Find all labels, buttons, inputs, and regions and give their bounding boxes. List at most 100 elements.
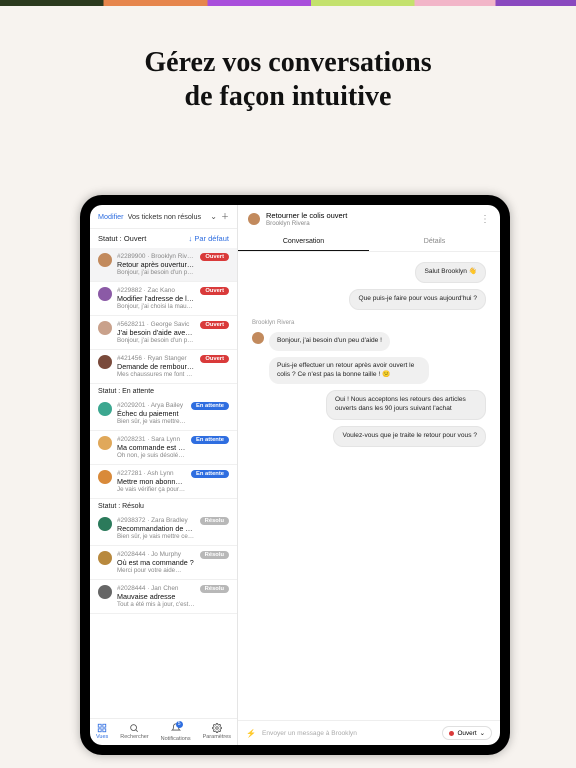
- ticket-sidebar: Modifier Vos tickets non résolus ⌄ ＋ Sta…: [90, 205, 238, 745]
- avatar: [98, 585, 112, 599]
- chevron-down-icon: ⌄: [480, 729, 485, 737]
- ticket-title: Échec du paiement: [117, 409, 186, 418]
- message-row: Bonjour, j'ai besoin d'un peu d'aide !: [252, 332, 486, 351]
- status-badge: Résolu: [200, 551, 229, 559]
- message-row: Que puis-je faire pour vous aujourd'hui …: [252, 289, 486, 310]
- ticket-preview: Mes chaussures me font mal ! Je v…: [117, 371, 195, 378]
- avatar: [98, 355, 112, 369]
- ticket-preview: Bien sûr, je vais mettre cela à jour po…: [117, 533, 195, 540]
- chat-bubble: Oui ! Nous acceptons les retours des art…: [326, 390, 486, 420]
- ticket-preview: Je vais vérifier ça pour vous…: [117, 486, 186, 493]
- sender-label: Brooklyn Rivera: [252, 320, 486, 326]
- ticket-title: J'ai besoin d'aide avec ma commande !: [117, 328, 195, 337]
- ticket-meta: #229882 · Zac Kano: [117, 287, 195, 294]
- ticket-preview: Bonjour, j'ai choisi la mauvaise adress…: [117, 303, 195, 310]
- conversation-panel: Retourner le colis ouvert Brooklyn River…: [238, 205, 500, 745]
- ticket-meta: #2938372 · Zara Bradley: [117, 517, 195, 524]
- ticket-row[interactable]: #2028444 · Jo Murphy Où est ma commande …: [90, 546, 237, 580]
- ticket-title: Mauvaise adresse: [117, 592, 195, 601]
- ticket-meta: #421456 · Ryan Stanger: [117, 355, 195, 362]
- nav-notifications[interactable]: 5Notifications: [161, 723, 191, 742]
- status-badge: Résolu: [200, 517, 229, 525]
- macros-icon[interactable]: ⚡: [246, 729, 256, 738]
- avatar: [98, 287, 112, 301]
- ticket-meta: #5628211 · George Savic: [117, 321, 195, 328]
- status-badge: Ouvert: [200, 321, 229, 329]
- avatar: [98, 517, 112, 531]
- ticket-preview: Bien sûr, je vais mettre cela à jour pou…: [117, 418, 186, 425]
- more-icon[interactable]: ⋮: [480, 214, 490, 225]
- chat-bubble: Salut Brooklyn 👋: [415, 262, 486, 283]
- bottom-nav: Vues Rechercher 5Notifications Paramètre…: [90, 718, 237, 745]
- ticket-meta: #2289900 · Brooklyn Rivera: [117, 253, 195, 260]
- ticket-row[interactable]: #2028444 · Jan Chen Mauvaise adresse Tou…: [90, 580, 237, 614]
- message-row: Puis-je effectuer un retour après avoir …: [252, 357, 486, 385]
- status-badge: En attente: [191, 436, 229, 444]
- ticket-title: Modifier l'adresse de livraison: [117, 294, 195, 303]
- ticket-title: Ma commande est arrivée endommagée: [117, 443, 186, 452]
- message-input[interactable]: Envoyer un message à Brooklyn: [262, 730, 436, 737]
- ticket-meta: #2028444 · Jan Chen: [117, 585, 195, 592]
- customer-name: Brooklyn Rivera: [266, 220, 347, 227]
- nav-search[interactable]: Rechercher: [120, 723, 148, 742]
- ticket-title: Retour après ouverture du colis: [117, 260, 195, 269]
- nav-settings[interactable]: Paramètres: [203, 723, 231, 742]
- ticket-preview: Merci pour votre aide…: [117, 567, 195, 574]
- avatar: [98, 470, 112, 484]
- avatar: [248, 213, 260, 225]
- ticket-row[interactable]: #2289900 · Brooklyn Rivera Retour après …: [90, 248, 237, 282]
- ticket-row[interactable]: #227281 · Ash Lynn Mettre mon abonnement…: [90, 465, 237, 499]
- message-row: Oui ! Nous acceptons les retours des art…: [252, 390, 486, 420]
- ticket-meta: #2029201 · Arya Bailey: [117, 402, 186, 409]
- hero-headline: Gérez vos conversationsde façon intuitiv…: [0, 46, 576, 113]
- sort-default[interactable]: ↓ Par défaut: [189, 234, 229, 243]
- ticket-row[interactable]: #229882 · Zac Kano Modifier l'adresse de…: [90, 282, 237, 316]
- ticket-row[interactable]: #421456 · Ryan Stanger Demande de rembou…: [90, 350, 237, 384]
- avatar: [98, 321, 112, 335]
- tab-conversation[interactable]: Conversation: [238, 233, 369, 251]
- conversation-title: Retourner le colis ouvert: [266, 211, 347, 220]
- status-badge: Ouvert: [200, 253, 229, 261]
- avatar: [98, 551, 112, 565]
- chat-bubble: Que puis-je faire pour vous aujourd'hui …: [349, 289, 486, 310]
- view-dropdown[interactable]: Vos tickets non résolus: [128, 212, 207, 221]
- chevron-down-icon[interactable]: ⌄: [210, 212, 217, 221]
- status-badge: Résolu: [200, 585, 229, 593]
- nav-views[interactable]: Vues: [96, 723, 108, 742]
- message-row: Voulez-vous que je traite le retour pour…: [252, 426, 486, 447]
- chat-bubble: Voulez-vous que je traite le retour pour…: [333, 426, 486, 447]
- avatar: [252, 332, 264, 344]
- ticket-preview: Bonjour, j'ai besoin d'un peu d'ai…: [117, 337, 195, 344]
- group-label: Statut : Résolu: [90, 499, 237, 512]
- ticket-row[interactable]: #2028231 · Sara Lynn Ma commande est arr…: [90, 431, 237, 465]
- add-ticket-button[interactable]: ＋: [221, 211, 229, 222]
- ticket-meta: #227281 · Ash Lynn: [117, 470, 186, 477]
- tab-details[interactable]: Détails: [369, 233, 500, 251]
- avatar: [98, 436, 112, 450]
- ticket-meta: #2028231 · Sara Lynn: [117, 436, 186, 443]
- avatar: [98, 402, 112, 416]
- ticket-row[interactable]: #2029201 · Arya Bailey Échec du paiement…: [90, 397, 237, 431]
- edit-link[interactable]: Modifier: [98, 212, 124, 221]
- ticket-preview: Oh non, je suis désolé de l'apprendre…: [117, 452, 186, 459]
- chat-bubble: Puis-je effectuer un retour après avoir …: [269, 357, 429, 385]
- ticket-row[interactable]: #5628211 · George Savic J'ai besoin d'ai…: [90, 316, 237, 350]
- group-label: Statut : En attente: [90, 384, 237, 397]
- status-heading: Statut : Ouvert: [98, 234, 146, 243]
- message-row: Salut Brooklyn 👋: [252, 262, 486, 283]
- ticket-meta: #2028444 · Jo Murphy: [117, 551, 195, 558]
- ticket-preview: Tout a été mis à jour, c'est super…: [117, 601, 195, 608]
- chat-bubble: Bonjour, j'ai besoin d'un peu d'aide !: [269, 332, 390, 351]
- status-pill[interactable]: Ouvert ⌄: [442, 726, 492, 740]
- ticket-title: Demande de remboursement: [117, 362, 195, 371]
- ticket-row[interactable]: #2938372 · Zara Bradley Recommandation d…: [90, 512, 237, 546]
- ticket-title: Recommandation de chaussures: [117, 524, 195, 533]
- avatar: [98, 253, 112, 267]
- ticket-preview: Bonjour, j'ai besoin d'un peu d'aid…: [117, 269, 195, 276]
- ticket-title: Où est ma commande ?: [117, 558, 195, 567]
- status-badge: Ouvert: [200, 287, 229, 295]
- ticket-title: Mettre mon abonnement à niveau: [117, 477, 186, 486]
- tablet-frame: Modifier Vos tickets non résolus ⌄ ＋ Sta…: [80, 195, 510, 755]
- status-badge: En attente: [191, 402, 229, 410]
- status-badge: Ouvert: [200, 355, 229, 363]
